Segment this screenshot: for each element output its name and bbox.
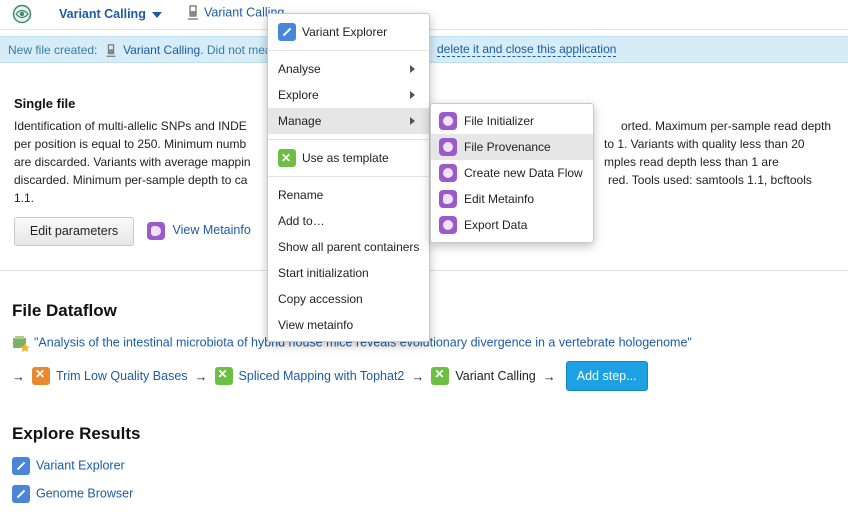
app-title: Variant Calling bbox=[59, 7, 146, 21]
arrow: → bbox=[194, 368, 208, 384]
variant-explorer-icon bbox=[278, 22, 296, 41]
data-flow-icon bbox=[439, 163, 457, 182]
description-line: are discarded. Variants with average map… bbox=[14, 155, 251, 169]
metainfo-icon bbox=[439, 189, 457, 208]
chevron-right-icon bbox=[410, 117, 415, 125]
menu-separator bbox=[268, 139, 429, 140]
template-icon bbox=[278, 145, 296, 171]
step-link[interactable]: Spliced Mapping with Tophat2 bbox=[239, 369, 405, 383]
submenu-item-label: Export Data bbox=[464, 218, 528, 232]
description-line: discarded. Minimum per-sample depth to c… bbox=[14, 173, 248, 187]
menu-item-label: Manage bbox=[278, 114, 322, 128]
menu-item-rename[interactable]: Rename bbox=[268, 182, 429, 208]
menu-item-label: Variant Explorer bbox=[302, 25, 388, 39]
single-file-title: Single file bbox=[14, 96, 76, 111]
mapping-tool-icon bbox=[214, 367, 233, 385]
variant-explorer-icon bbox=[12, 457, 30, 475]
edit-parameters-button[interactable]: Edit parameters bbox=[14, 217, 134, 246]
view-metainfo-link[interactable]: View Metainfo bbox=[147, 222, 251, 240]
arrow: → bbox=[542, 368, 556, 384]
explore-results-title: Explore Results bbox=[12, 424, 141, 443]
menu-item-label: Use as template bbox=[302, 151, 389, 165]
submenu-item-label: Create new Data Flow bbox=[464, 166, 583, 180]
view-metainfo-label: View Metainfo bbox=[172, 223, 251, 238]
genome-browser-icon bbox=[12, 485, 30, 503]
file-initializer-icon bbox=[439, 111, 457, 130]
description-line: 1.1. bbox=[14, 191, 35, 205]
description-line: mples read depth less than 1 are bbox=[604, 155, 779, 169]
variant-calling-tool-icon bbox=[431, 367, 450, 385]
add-step-button[interactable]: Add step... bbox=[565, 361, 648, 391]
menu-item-explore[interactable]: Explore bbox=[268, 82, 429, 108]
description-line: red. Tools used: samtools 1.1, bcftools bbox=[608, 173, 812, 187]
project-icon bbox=[13, 336, 30, 352]
menu-item-copy-accession[interactable]: Copy accession bbox=[268, 286, 429, 312]
result-label: Variant Explorer bbox=[36, 458, 125, 473]
dataflow-chain: → Trim Low Quality Bases → Spliced Mappi… bbox=[12, 361, 648, 391]
delete-and-close-link[interactable]: delete it and close this application bbox=[437, 43, 617, 57]
menu-separator bbox=[268, 176, 429, 177]
submenu-item-export-data[interactable]: Export Data bbox=[431, 212, 593, 238]
arrow: → bbox=[411, 368, 425, 384]
flask-icon bbox=[106, 44, 116, 57]
menu-item-manage[interactable]: Manage bbox=[268, 108, 429, 134]
metainfo-icon bbox=[147, 222, 165, 240]
menu-item-show-parents[interactable]: Show all parent containers bbox=[268, 234, 429, 260]
menu-item-label: Analyse bbox=[278, 62, 321, 76]
menu-separator bbox=[268, 50, 429, 51]
menu-item-label: Explore bbox=[278, 88, 319, 102]
step-link[interactable]: Trim Low Quality Bases bbox=[56, 369, 188, 383]
step-label: Variant Calling bbox=[455, 369, 536, 383]
submenu-item-label: File Initializer bbox=[464, 114, 535, 128]
menu-item-use-as-template[interactable]: Use as template bbox=[268, 145, 429, 171]
submenu-item-file-initializer[interactable]: File Initializer bbox=[431, 108, 593, 134]
submenu-item-create-data-flow[interactable]: Create new Data Flow bbox=[431, 160, 593, 186]
app-menu-button[interactable]: Variant Calling bbox=[59, 7, 162, 21]
variant-explorer-link[interactable]: Variant Explorer bbox=[12, 457, 125, 475]
dataflow-step-current: Variant Calling bbox=[431, 367, 536, 385]
submenu-item-label: Edit Metainfo bbox=[464, 192, 535, 206]
dataflow-title: File Dataflow bbox=[12, 301, 117, 320]
description-line: Identification of multi-allelic SNPs and… bbox=[14, 119, 247, 133]
trim-tool-icon bbox=[32, 367, 50, 385]
dataflow-step[interactable]: Trim Low Quality Bases bbox=[32, 367, 188, 385]
file-provenance-icon bbox=[439, 137, 457, 156]
menu-item-view-metainfo[interactable]: View metainfo bbox=[268, 312, 429, 338]
arrow: → bbox=[12, 368, 25, 384]
menu-item-add-to[interactable]: Add to… bbox=[268, 208, 429, 234]
chevron-right-icon bbox=[410, 65, 415, 73]
chevron-right-icon bbox=[410, 91, 415, 99]
submenu-item-label: File Provenance bbox=[464, 140, 551, 154]
flask-icon bbox=[188, 5, 198, 20]
dataflow-step[interactable]: Spliced Mapping with Tophat2 bbox=[214, 367, 405, 385]
description-line: per position is equal to 250. Minimum nu… bbox=[14, 137, 247, 151]
description-line: orted. Maximum per-sample read depth bbox=[621, 119, 832, 133]
notification-file-link[interactable]: Variant Calling. bbox=[123, 43, 203, 57]
menu-item-variant-explorer[interactable]: Variant Explorer bbox=[268, 19, 429, 45]
context-menu: Variant Explorer Analyse Explore Manage … bbox=[267, 13, 430, 342]
submenu-item-file-provenance[interactable]: File Provenance bbox=[431, 134, 593, 160]
chevron-down-icon bbox=[151, 11, 162, 18]
menu-item-analyse[interactable]: Analyse bbox=[268, 56, 429, 82]
genome-browser-link[interactable]: Genome Browser bbox=[12, 485, 133, 503]
notification-prefix: New file created: bbox=[8, 43, 98, 57]
notification-text: Did not mea bbox=[206, 43, 272, 57]
menu-item-start-initialization[interactable]: Start initialization bbox=[268, 260, 429, 286]
genestack-logo-icon[interactable] bbox=[12, 4, 32, 24]
manage-submenu: File Initializer File Provenance Create … bbox=[430, 103, 594, 243]
description-line: to 1. Variants with quality less than 20 bbox=[604, 137, 805, 151]
submenu-item-edit-metainfo[interactable]: Edit Metainfo bbox=[431, 186, 593, 212]
export-icon bbox=[439, 215, 457, 234]
result-label: Genome Browser bbox=[36, 486, 134, 501]
